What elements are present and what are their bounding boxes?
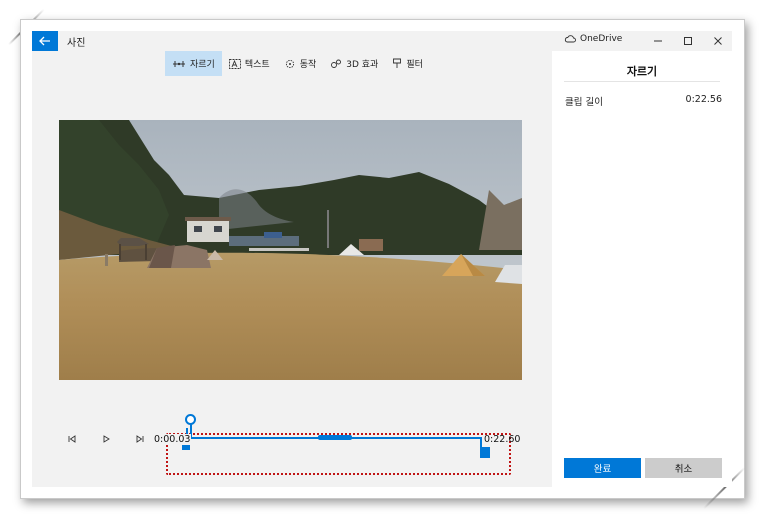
motion-icon [285,59,294,68]
timeline-grip[interactable] [318,435,352,440]
3d-effects-icon [331,59,342,68]
previous-frame-button[interactable] [64,432,80,446]
playback-controls [64,432,148,446]
edit-toolbar: 자르기 텍스트 동작 3D 효과 필터 [165,51,430,76]
trim-end-time: 0:22.60 [484,434,521,445]
video-preview[interactable] [59,120,522,380]
campsite-video-frame [59,120,522,380]
play-button[interactable] [98,432,114,446]
tab-3d-effects-label: 3D 효과 [346,60,379,70]
tab-filter-label: 필터 [406,60,423,70]
tab-trim[interactable]: 자르기 [165,51,222,76]
minimize-button[interactable] [643,31,673,51]
tab-motion[interactable]: 동작 [277,51,324,76]
onedrive-label: OneDrive [580,34,623,44]
filter-icon [393,58,402,68]
window-controls-area: OneDrive [552,31,732,51]
trim-icon [173,60,185,67]
tab-text[interactable]: 텍스트 [222,51,277,76]
cloud-icon [564,35,576,43]
back-arrow-icon [39,36,50,46]
maximize-button[interactable] [673,31,703,51]
trim-start-time: 0:00.03 [153,434,192,445]
maximize-icon [684,37,692,45]
step-back-icon [68,435,76,443]
cancel-button[interactable]: 취소 [645,458,722,478]
trim-side-panel: 자르기 클립 길이 0:22.56 완료 취소 [552,51,732,487]
panel-title: 자르기 [626,65,658,78]
play-icon [103,435,110,443]
clip-length-label: 클립 길이 [565,97,603,108]
minimize-icon [654,40,662,42]
done-button[interactable]: 완료 [564,458,641,478]
tab-filter[interactable]: 필터 [385,51,430,76]
text-icon [228,58,241,69]
back-button[interactable] [32,31,58,51]
clip-length-value: 0:22.56 [685,94,722,105]
close-button[interactable] [703,31,732,51]
photos-app-window: 사진 OneDrive 자르기 텍스트 동작 3D 효과 필터 0:00.03 … [32,31,732,487]
next-frame-button[interactable] [132,432,148,446]
onedrive-status[interactable]: OneDrive [564,34,622,44]
close-icon [714,37,722,45]
playhead-handle[interactable] [185,414,196,425]
tab-motion-label: 동작 [299,60,317,70]
tab-trim-label: 자르기 [190,60,215,70]
tab-3d-effects[interactable]: 3D 효과 [323,51,385,76]
trim-end-handle[interactable] [480,447,490,458]
step-forward-icon [136,435,144,443]
panel-divider [564,81,720,82]
app-title: 사진 [67,38,86,49]
tab-text-label: 텍스트 [244,60,270,70]
